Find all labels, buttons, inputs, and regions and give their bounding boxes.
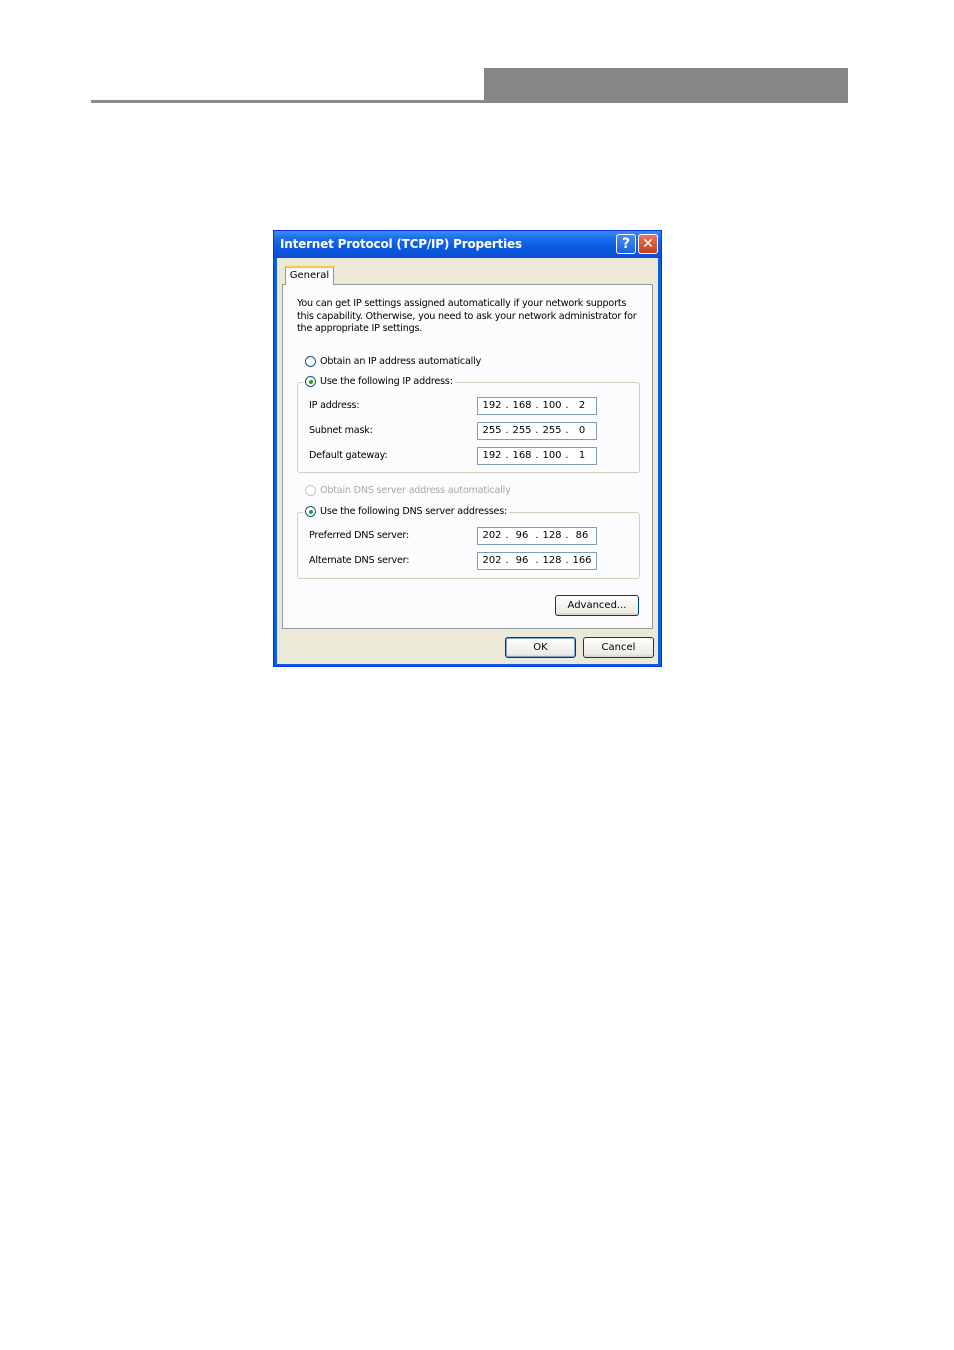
radio-circle[interactable] [305, 356, 316, 367]
octet-separator: . [505, 555, 509, 566]
octet: 1 [578, 450, 586, 461]
tcpip-properties-dialog: Internet Protocol (TCP/IP) Properties ? … [273, 230, 662, 667]
octet: 166 [572, 555, 592, 566]
close-icon: ✕ [642, 236, 654, 252]
tab-general[interactable]: General [285, 266, 334, 285]
alternate-dns-label: Alternate DNS server: [309, 555, 410, 566]
radio-obtain-dns-auto: Obtain DNS server address automatically [305, 485, 511, 496]
general-tab-panel: You can get IP settings assigned automat… [282, 284, 653, 629]
octet-separator: . [535, 400, 539, 411]
window-title: Internet Protocol (TCP/IP) Properties [280, 237, 522, 251]
advanced-button[interactable]: Advanced... [555, 595, 639, 616]
radio-label: Use the following IP address: [320, 376, 453, 387]
title-bar[interactable]: Internet Protocol (TCP/IP) Properties ? … [274, 231, 661, 258]
default-gateway-input[interactable]: 192 . 168 . 100 . 1 [477, 447, 597, 465]
close-button[interactable]: ✕ [638, 234, 658, 254]
octet-separator: . [565, 450, 569, 461]
octet-separator: . [505, 425, 509, 436]
page-header-rule [91, 100, 485, 103]
octet: 0 [578, 425, 586, 436]
octet-separator: . [565, 400, 569, 411]
octet: 202 [482, 530, 502, 541]
description-text: You can get IP settings assigned automat… [297, 298, 637, 334]
ip-address-label: IP address: [309, 400, 360, 411]
radio-use-following-dns[interactable]: Use the following DNS server addresses: [303, 506, 510, 517]
radio-label: Use the following DNS server addresses: [320, 506, 508, 517]
octet: 168 [512, 450, 532, 461]
dialog-client-area: General You can get IP settings assigned… [277, 258, 658, 664]
help-button[interactable]: ? [616, 234, 636, 254]
ip-address-input[interactable]: 192 . 168 . 100 . 2 [477, 397, 597, 415]
subnet-mask-input[interactable]: 255 . 255 . 255 . 0 [477, 422, 597, 440]
octet-separator: . [565, 425, 569, 436]
octet: 255 [482, 425, 502, 436]
radio-use-following-ip[interactable]: Use the following IP address: [303, 376, 455, 387]
octet-separator: . [505, 400, 509, 411]
radio-circle[interactable] [305, 376, 316, 387]
octet: 128 [542, 555, 562, 566]
octet: 255 [542, 425, 562, 436]
radio-circle [305, 485, 316, 496]
ok-button[interactable]: OK [505, 637, 576, 658]
octet: 86 [575, 530, 589, 541]
octet: 100 [542, 450, 562, 461]
preferred-dns-label: Preferred DNS server: [309, 530, 410, 541]
radio-label: Obtain an IP address automatically [320, 356, 482, 367]
octet: 168 [512, 400, 532, 411]
octet-separator: . [565, 555, 569, 566]
cancel-button[interactable]: Cancel [583, 637, 654, 658]
octet-separator: . [505, 450, 509, 461]
radio-circle[interactable] [305, 506, 316, 517]
octet: 96 [515, 555, 529, 566]
octet: 2 [578, 400, 586, 411]
alternate-dns-input[interactable]: 202 . 96 . 128 . 166 [477, 552, 597, 570]
octet-separator: . [565, 530, 569, 541]
radio-label: Obtain DNS server address automatically [320, 485, 511, 496]
octet-separator: . [535, 530, 539, 541]
help-icon: ? [621, 236, 631, 252]
octet-separator: . [535, 450, 539, 461]
octet: 100 [542, 400, 562, 411]
octet: 202 [482, 555, 502, 566]
octet-separator: . [505, 530, 509, 541]
octet: 255 [512, 425, 532, 436]
subnet-mask-label: Subnet mask: [309, 425, 373, 436]
octet-separator: . [535, 425, 539, 436]
octet: 128 [542, 530, 562, 541]
page-header-block [484, 68, 848, 103]
preferred-dns-input[interactable]: 202 . 96 . 128 . 86 [477, 527, 597, 545]
octet-separator: . [535, 555, 539, 566]
octet: 192 [482, 400, 502, 411]
default-gateway-label: Default gateway: [309, 450, 388, 461]
octet: 192 [482, 450, 502, 461]
octet: 96 [515, 530, 529, 541]
radio-obtain-ip-auto[interactable]: Obtain an IP address automatically [305, 356, 481, 367]
